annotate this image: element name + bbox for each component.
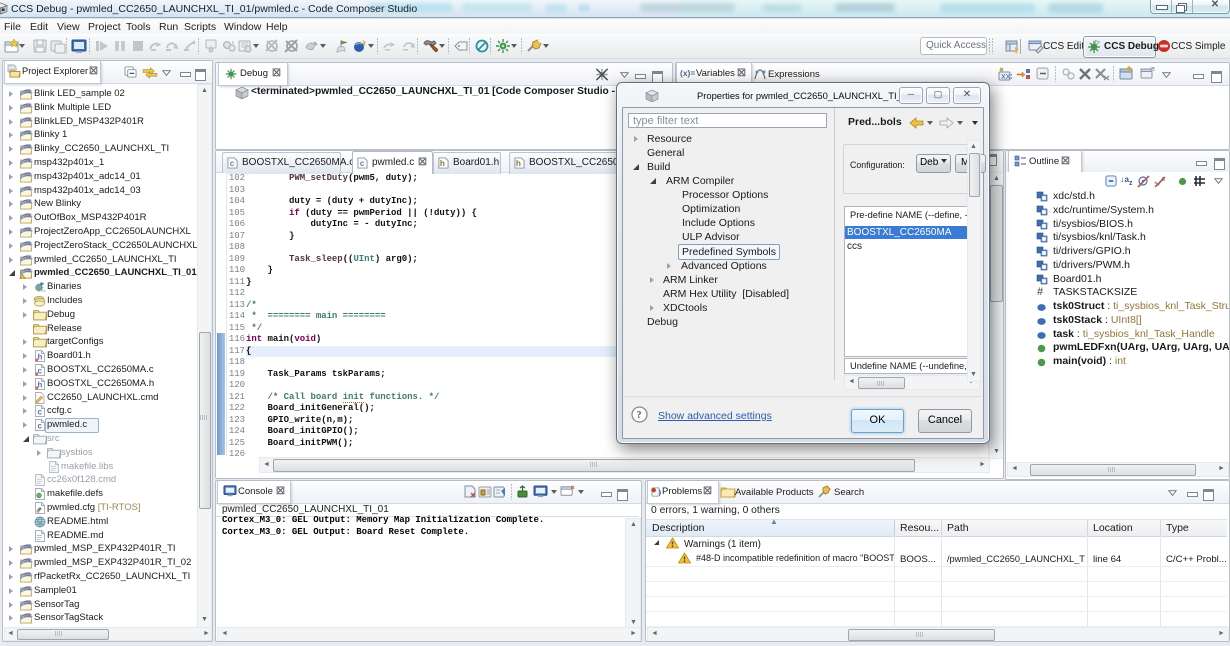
svg-text:CCS: CCS bbox=[24, 214, 31, 218]
svg-text:CCS: CCS bbox=[24, 90, 31, 94]
svg-text:CCS: CCS bbox=[24, 145, 31, 149]
svg-text:CCS: CCS bbox=[24, 614, 31, 618]
svg-text:CCS: CCS bbox=[24, 559, 31, 563]
svg-text:CCS: CCS bbox=[24, 241, 31, 245]
svg-text:CCS: CCS bbox=[24, 228, 31, 232]
svg-text:CCS: CCS bbox=[24, 172, 31, 176]
svg-text:CCS: CCS bbox=[24, 200, 31, 204]
svg-text:h: h bbox=[38, 380, 43, 389]
svg-text:c: c bbox=[38, 367, 43, 376]
svg-text:CCS: CCS bbox=[24, 600, 31, 604]
svg-text:01: 01 bbox=[42, 288, 47, 293]
svg-text:CCS: CCS bbox=[24, 269, 31, 273]
svg-text:h: h bbox=[38, 353, 43, 362]
svg-text:c: c bbox=[38, 408, 43, 417]
svg-text:CCS: CCS bbox=[24, 545, 31, 549]
svg-text:?: ? bbox=[637, 410, 642, 421]
svg-text:CCS: CCS bbox=[24, 117, 31, 121]
svg-text:CCS: CCS bbox=[24, 103, 31, 107]
svg-text:CCS: CCS bbox=[24, 159, 31, 163]
svg-text:CCS: CCS bbox=[24, 255, 31, 259]
svg-text:CCS: CCS bbox=[24, 186, 31, 190]
svg-text:CCS: CCS bbox=[24, 573, 31, 577]
svg-text:XXX: XXX bbox=[1001, 74, 1012, 81]
svg-text:s: s bbox=[1162, 177, 1165, 183]
svg-text:c: c bbox=[38, 422, 43, 431]
svg-text:CCS: CCS bbox=[24, 586, 31, 590]
svg-text:CCS: CCS bbox=[24, 131, 31, 135]
